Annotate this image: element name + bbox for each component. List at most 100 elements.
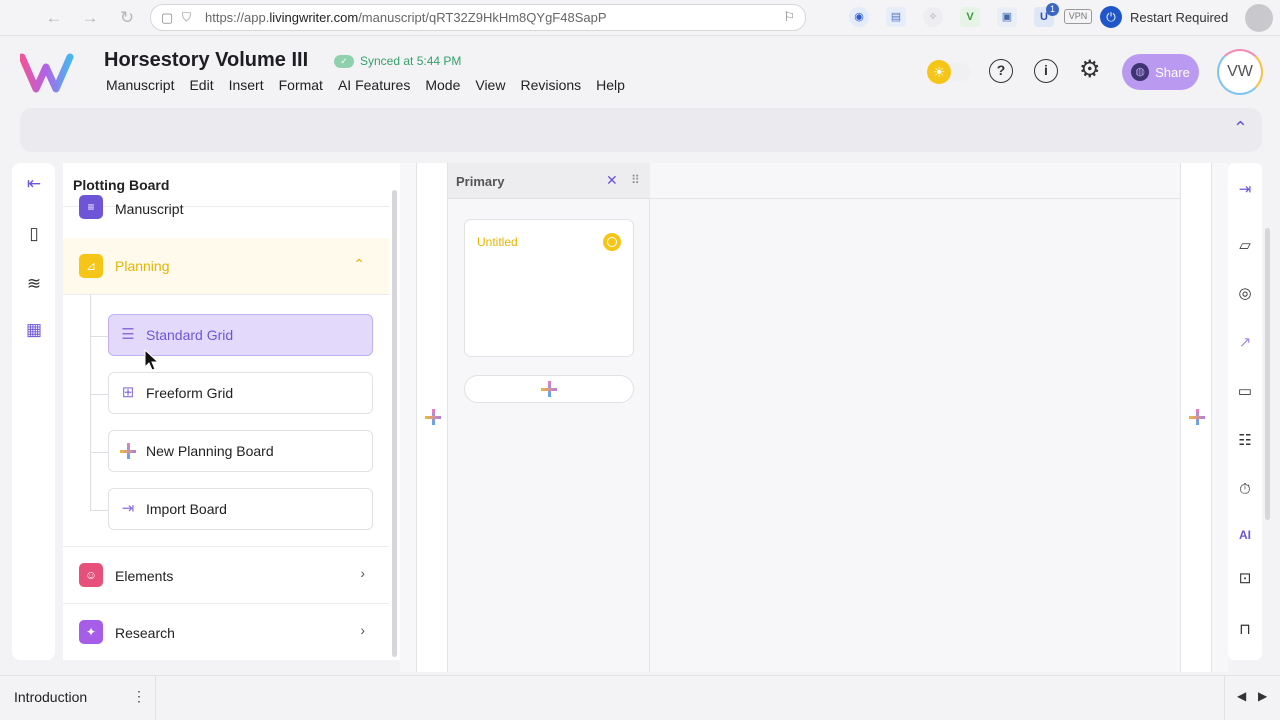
chevron-up-icon[interactable]: ⌃ <box>1233 118 1248 139</box>
sidebar-section-elements[interactable]: ☺ Elements › <box>63 547 389 603</box>
planning-item-new-planning-board[interactable]: New Planning Board <box>108 430 373 472</box>
sidebar-scrollbar[interactable] <box>392 190 397 657</box>
livingwriter-logo-icon[interactable] <box>18 53 86 98</box>
chapter-tab[interactable]: Introduction <box>14 689 87 705</box>
timer-icon[interactable]: ⏱ <box>1234 479 1256 501</box>
browser-profile-avatar[interactable] <box>1245 4 1273 32</box>
planning-item-freeform-grid[interactable]: ⊞ Freeform Grid <box>108 372 373 414</box>
extension-icon[interactable]: ▤ <box>886 7 906 27</box>
shield-icon[interactable]: ⛉ <box>182 10 191 25</box>
ai-chip-icon[interactable]: ⊡ <box>1234 568 1256 590</box>
chevron-up-icon: ⌃ <box>353 256 365 272</box>
add-card-button[interactable] <box>464 375 634 403</box>
grid-squares-icon: ⊞ <box>121 384 135 401</box>
restart-button[interactable]: ⏻ Restart Required <box>1100 6 1228 28</box>
next-arrow-icon[interactable]: ▶ <box>1258 689 1267 703</box>
menu-ai-features[interactable]: AI Features <box>338 77 410 93</box>
column-title[interactable]: Primary <box>456 174 504 189</box>
extension-icon[interactable]: V <box>960 7 980 27</box>
layers-icon[interactable]: ≋ <box>23 273 45 295</box>
forward-icon[interactable]: → <box>80 8 100 28</box>
target-icon[interactable]: ◎ <box>1234 283 1256 305</box>
menu-insert[interactable]: Insert <box>229 77 264 93</box>
sidebar-section-manuscript[interactable]: ≡ Manuscript <box>63 195 389 227</box>
info-icon[interactable]: i <box>1034 59 1058 83</box>
status-circle-icon[interactable] <box>603 233 621 251</box>
more-options-icon[interactable]: ⋮ <box>132 688 146 705</box>
share-label: Share <box>1155 64 1190 80</box>
item-label: New Planning Board <box>146 443 274 459</box>
list-lines-icon: ☰ <box>121 326 135 343</box>
back-icon[interactable]: ← <box>44 8 64 28</box>
section-label: Elements <box>115 568 174 584</box>
menu-format[interactable]: Format <box>279 77 323 93</box>
trend-chart-icon[interactable]: ↗ <box>1234 332 1256 354</box>
tree-branch <box>90 452 108 453</box>
ai-label[interactable]: AI <box>1234 524 1256 546</box>
extension-icon[interactable]: ▣ <box>997 7 1017 27</box>
plus-icon <box>1189 409 1205 425</box>
item-label: Freeform Grid <box>146 385 234 401</box>
close-icon[interactable]: ✕ <box>606 172 618 189</box>
menu-revisions[interactable]: Revisions <box>520 77 581 93</box>
help-icon[interactable]: ? <box>989 59 1013 83</box>
divider <box>63 294 389 295</box>
collapse-panel-icon[interactable]: ⇤ <box>23 173 45 195</box>
notification-badge: 1 <box>1046 3 1059 16</box>
url-text: https://app.livingwriter.com/manuscript/… <box>205 10 607 25</box>
left-rail: ⇤ ▯ ≋ ▦ <box>12 163 55 660</box>
board-column-primary: Primary ✕ ⠿ Untitled <box>448 163 650 672</box>
menu-mode[interactable]: Mode <box>425 77 460 93</box>
restart-label: Restart Required <box>1130 9 1229 25</box>
expand-panel-icon[interactable]: ⇥ <box>1234 179 1256 201</box>
list-icon[interactable]: ☷ <box>1234 430 1256 452</box>
item-label: Import Board <box>146 501 227 517</box>
divider <box>155 676 156 720</box>
formatting-toolbar: ⌃ <box>20 108 1262 152</box>
share-button[interactable]: ◍ Share <box>1122 54 1199 90</box>
extension-icon[interactable]: ◉ <box>849 7 869 27</box>
menu-help[interactable]: Help <box>596 77 625 93</box>
document-title[interactable]: Horsestory Volume III <box>104 49 308 72</box>
bottom-status-bar: Introduction ⋮ ◀ ▶ <box>0 675 1280 720</box>
add-column-left-button[interactable] <box>416 163 448 672</box>
import-file-icon: ⇥ <box>121 500 135 517</box>
sun-icon: ☀ <box>927 60 951 84</box>
board-card[interactable]: Untitled <box>464 219 634 357</box>
vpn-button[interactable]: VPN <box>1064 9 1092 24</box>
compass-icon[interactable]: ✧ <box>923 7 943 27</box>
menu-view[interactable]: View <box>475 77 505 93</box>
menu-manuscript[interactable]: Manuscript <box>106 77 174 93</box>
power-icon: ⏻ <box>1100 6 1122 28</box>
globe-icon: ◍ <box>1131 63 1150 81</box>
user-avatar[interactable]: VW <box>1217 49 1263 95</box>
section-label: Manuscript <box>115 201 184 217</box>
lightbulb-icon: ✦ <box>79 620 103 644</box>
drag-handle-icon[interactable]: ⠿ <box>631 173 640 187</box>
right-rail: ⇥ ▱ ◎ ↗ ▭ ☷ ⏱ AI ⊡ ⊓ <box>1228 163 1262 660</box>
settings-gear-icon[interactable]: ⚙ <box>1079 57 1101 83</box>
sidebar-section-planning[interactable]: ⊿ Planning ⌃ <box>63 238 389 294</box>
bookmark-icon[interactable]: ⚐ <box>783 9 795 25</box>
page-info-icon[interactable]: ▢ <box>161 10 173 26</box>
previous-arrow-icon[interactable]: ◀ <box>1237 689 1246 703</box>
reload-icon[interactable]: ↻ <box>117 8 137 28</box>
book-icon[interactable]: ▯ <box>23 223 45 245</box>
sidebar-section-research[interactable]: ✦ Research › <box>63 604 389 660</box>
plotting-board-icon[interactable]: ▦ <box>23 319 45 341</box>
sticky-note-icon[interactable]: ▱ <box>1234 235 1256 257</box>
tree-branch <box>90 394 108 395</box>
column-header: Primary ✕ ⠿ <box>448 163 650 199</box>
right-scrollbar[interactable] <box>1265 228 1270 520</box>
menu-edit[interactable]: Edit <box>189 77 213 93</box>
theme-toggle[interactable]: ☀ <box>927 60 971 84</box>
add-column-right-button[interactable] <box>1180 163 1212 672</box>
sync-status: ✓ Synced at 5:44 PM <box>334 54 461 68</box>
address-bar[interactable]: ▢ ⛉ https://app.livingwriter.com/manuscr… <box>150 4 806 31</box>
divider <box>1224 676 1225 720</box>
archive-box-icon[interactable]: ▭ <box>1234 381 1256 403</box>
unlock-icon[interactable]: ⊓ <box>1234 619 1256 641</box>
section-label: Planning <box>115 258 170 274</box>
item-label: Standard Grid <box>146 327 234 343</box>
planning-item-import-board[interactable]: ⇥ Import Board <box>108 488 373 530</box>
